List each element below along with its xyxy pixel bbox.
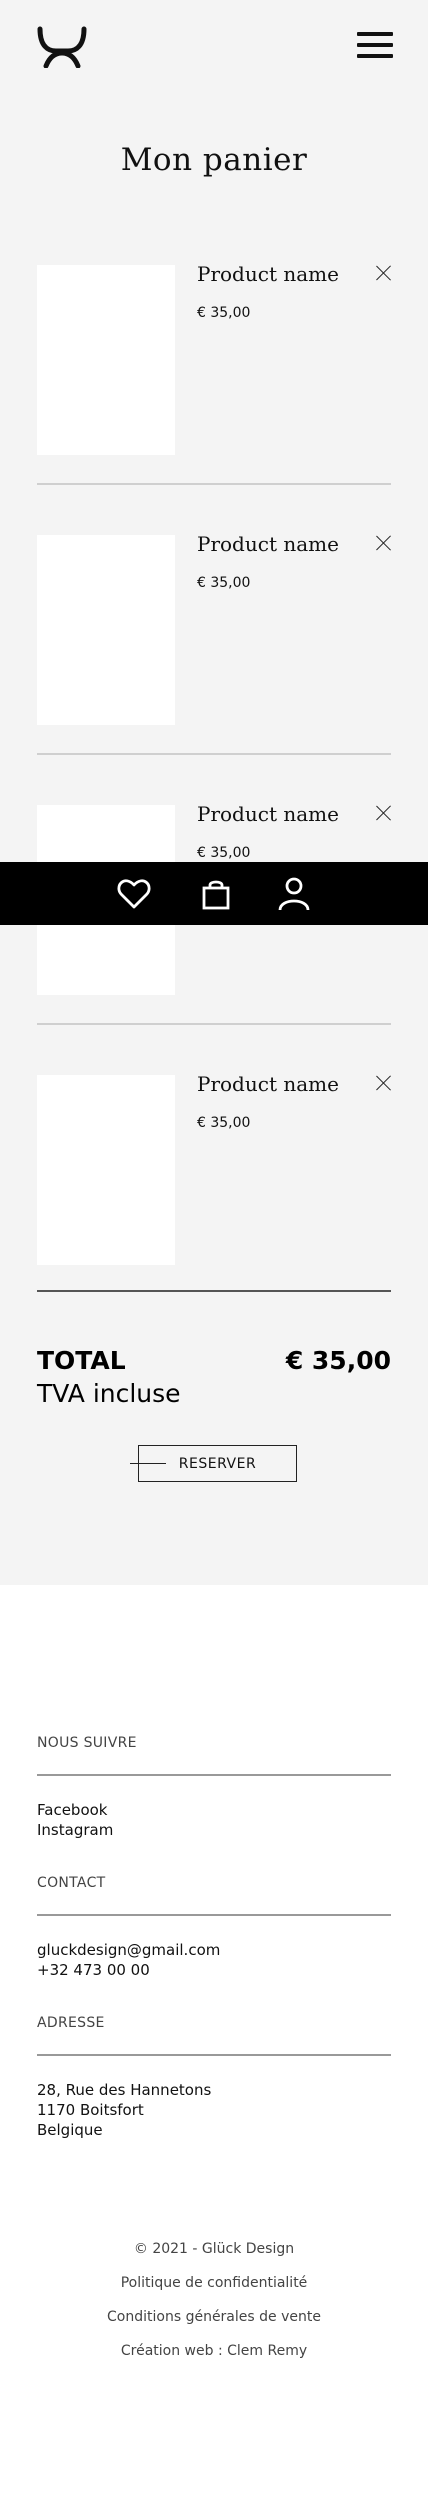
- privacy-link[interactable]: Politique de confidentialité: [0, 2275, 428, 2291]
- cart-item: Product name € 35,00: [0, 262, 428, 535]
- instagram-link[interactable]: Instagram: [37, 1820, 113, 1840]
- cart-item: Product name € 35,00: [0, 1072, 428, 1345]
- product-image[interactable]: [37, 535, 175, 725]
- product-price: € 35,00: [197, 305, 251, 321]
- item-divider: [37, 1023, 391, 1025]
- terms-link[interactable]: Conditions générales de vente: [0, 2309, 428, 2325]
- product-image[interactable]: [37, 1075, 175, 1265]
- product-price: € 35,00: [197, 845, 251, 861]
- close-icon[interactable]: [376, 265, 392, 281]
- product-price: € 35,00: [197, 575, 251, 591]
- hamburger-menu-icon[interactable]: [357, 32, 393, 60]
- close-icon[interactable]: [376, 535, 392, 551]
- bottom-nav-bar: [0, 862, 428, 925]
- brand-logo-icon[interactable]: [36, 26, 88, 69]
- address-line: 28, Rue des Hannetons: [37, 2081, 212, 2099]
- product-name[interactable]: Product name: [197, 1072, 339, 1096]
- heart-icon[interactable]: [116, 876, 152, 912]
- close-icon[interactable]: [376, 1075, 392, 1091]
- item-divider: [37, 753, 391, 755]
- total-value: € 35,00: [285, 1346, 391, 1375]
- footer-divider: [37, 2054, 391, 2056]
- product-name[interactable]: Product name: [197, 802, 339, 826]
- total-divider: [37, 1290, 391, 1292]
- credit-link[interactable]: Création web : Clem Remy: [0, 2343, 428, 2359]
- address-line: Belgique: [37, 2121, 103, 2139]
- cart-item: Product name € 35,00: [0, 802, 428, 1075]
- vat-label: TVA incluse: [37, 1379, 181, 1408]
- reserve-decoration: [130, 1463, 166, 1464]
- shopping-bag-icon[interactable]: [198, 876, 234, 912]
- email-link[interactable]: gluckdesign@gmail.com: [37, 1940, 220, 1960]
- address-line: 1170 Boitsfort: [37, 2101, 144, 2119]
- facebook-link[interactable]: Facebook: [37, 1800, 107, 1820]
- footer-divider: [37, 1774, 391, 1776]
- copyright: © 2021 - Glück Design: [133, 2241, 295, 2257]
- footer-heading-address: ADRESSE: [37, 2015, 105, 2031]
- product-price: € 35,00: [197, 1115, 251, 1131]
- close-icon[interactable]: [376, 805, 392, 821]
- user-icon[interactable]: [276, 876, 312, 912]
- phone-link[interactable]: +32 473 00 00: [37, 1960, 150, 1980]
- footer-heading-contact: CONTACT: [37, 1875, 106, 1891]
- product-name[interactable]: Product name: [197, 262, 339, 286]
- product-name[interactable]: Product name: [197, 532, 339, 556]
- total-label: TOTAL: [37, 1346, 126, 1375]
- product-image[interactable]: [37, 265, 175, 455]
- footer-divider: [37, 1914, 391, 1916]
- page-title: Mon panier: [120, 142, 308, 178]
- item-divider: [37, 483, 391, 485]
- cart-item: Product name € 35,00: [0, 532, 428, 805]
- footer-heading-follow: NOUS SUIVRE: [37, 1735, 137, 1751]
